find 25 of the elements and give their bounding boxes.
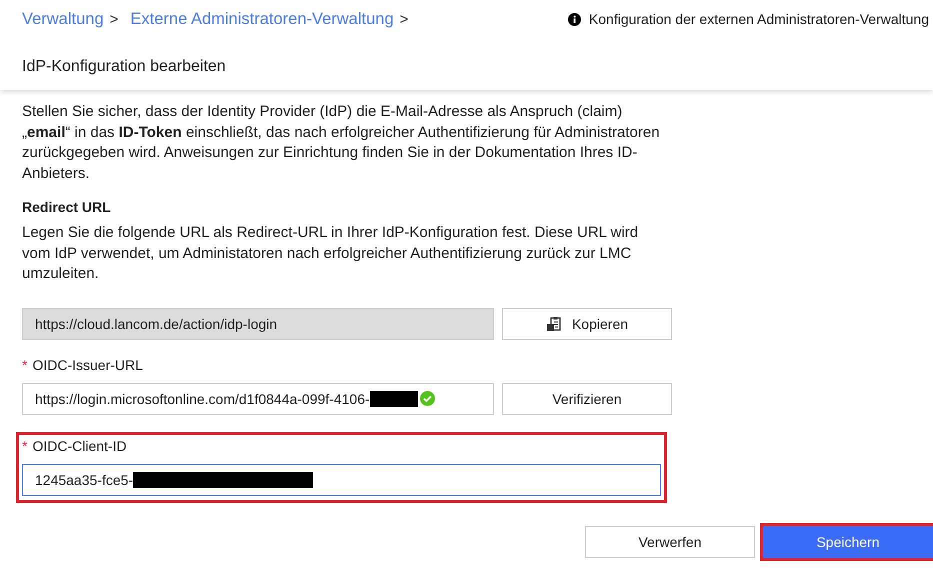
redirect-url-field[interactable]: https://cloud.lancom.de/action/idp-login [22, 308, 494, 340]
breadcrumb-link[interactable]: Externe Administratoren-Verwaltung [130, 10, 394, 28]
info-link[interactable]: Konfiguration der externen Administratoren-Verwaltung [588, 11, 929, 27]
save-button[interactable]: Speichern [763, 526, 933, 558]
text-field[interactable]: https://login.microsoftonline.com/d1f0844a-099f-4106- [22, 382, 494, 414]
breadcrumb-separator: > [110, 10, 118, 28]
verify-button[interactable]: Verifizieren [502, 382, 672, 414]
section-heading: Redirect URL [22, 199, 112, 215]
redirect-paragraph: Legen Sie die folgende URL als Redirect-URL in Ihrer IdP-Konfiguration fest. Diese URL wird vom IdP verwendet, um Administatoren nach erfolgreicher Authentifizierung zurück zur LMC umzuleiten. [22, 223, 640, 284]
page-title: IdP-Konfiguration bearbeiten [22, 58, 227, 76]
field-label: OIDC-Issuer-URL [32, 356, 143, 372]
breadcrumb-separator: > [400, 10, 408, 28]
field-value: 1245aa35-fce5- [35, 472, 134, 488]
field-label: OIDC-Client-ID [32, 438, 127, 454]
info-icon [568, 12, 581, 26]
field-value: https://login.microsoftonline.com/d1f0844a-099f-4106- [35, 390, 370, 406]
redaction-bar [370, 390, 418, 406]
required-asterisk: * [22, 438, 28, 454]
intro-paragraph: Stellen Sie sicher, dass der Identity Provider (IdP) die E-Mail-Adresse als Anspruch (claim) „email“ in das ID-Token einschließt, das nach erfolgreicher Authentifizierung für Administratoren zurückgegeben wird. Anweisungen zur Einrichtung finden Sie in der Dokumentation Ihres ID-Anbieters. [22, 102, 661, 184]
copy-button[interactable]: Kopieren [502, 308, 672, 340]
discard-button[interactable]: Verwerfen [585, 526, 755, 558]
text-field[interactable]: 1245aa35-fce5- [22, 464, 661, 496]
required-asterisk: * [22, 356, 28, 372]
breadcrumb-link[interactable]: Verwaltung [22, 10, 104, 28]
clipboard-icon [546, 316, 562, 332]
